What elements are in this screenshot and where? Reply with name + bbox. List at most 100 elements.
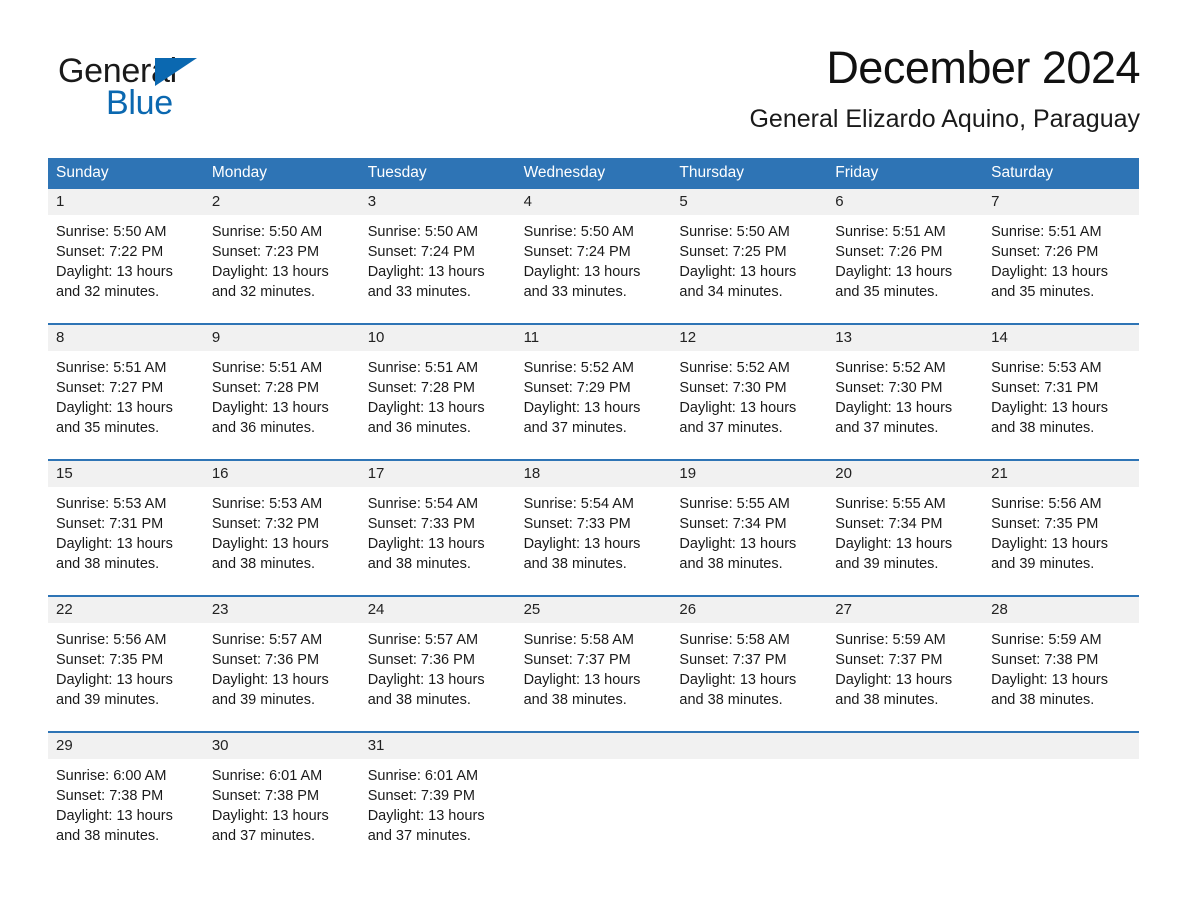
day-cell[interactable]: 4 Sunrise: 5:50 AM Sunset: 7:24 PM Daylight… xyxy=(515,189,672,323)
day-cell[interactable]: 23 Sunrise: 5:57 AM Sunset: 7:36 PM Dayligh… xyxy=(203,597,360,731)
day-number: 6 xyxy=(827,189,984,215)
day-cell[interactable]: 19 Sunrise: 5:55 AM Sunset: 7:34 PM Dayligh… xyxy=(671,461,828,595)
day-cell[interactable]: 27 Sunrise: 5:59 AM Sunset: 7:37 PM Dayligh… xyxy=(827,597,984,731)
day-details: Sunrise: 5:51 AM Sunset: 7:27 PM Daylight:… xyxy=(48,351,204,438)
daylight-text-line2: and 37 minutes. xyxy=(211,828,316,844)
day-cell[interactable]: 20 Sunrise: 5:55 AM Sunset: 7:34 PM Dayligh… xyxy=(827,461,984,595)
sunrise-text: Sunrise: 5:51 AM xyxy=(56,360,167,376)
sunset-text: Sunset: 7:37 PM xyxy=(523,652,631,668)
daylight-text-line2: and 34 minutes. xyxy=(679,284,783,300)
day-cell[interactable]: 8 Sunrise: 5:51 AM Sunset: 7:27 PM Daylight… xyxy=(48,325,204,459)
sunrise-text: Sunrise: 5:50 AM xyxy=(56,224,167,240)
day-cell[interactable]: 21 Sunrise: 5:56 AM Sunset: 7:35 PM Dayligh… xyxy=(983,461,1139,595)
daylight-text-line2: and 38 minutes. xyxy=(679,692,783,708)
day-number: 18 xyxy=(515,461,672,487)
day-cell[interactable]: 29 Sunrise: 6:00 AM Sunset: 7:38 PM Dayligh… xyxy=(48,733,204,867)
day-details: Sunrise: 5:50 AM Sunset: 7:24 PM Daylight:… xyxy=(360,215,516,302)
day-cell[interactable]: 14 Sunrise: 5:53 AM Sunset: 7:31 PM Dayligh… xyxy=(983,325,1139,459)
day-cell[interactable]: 1 Sunrise: 5:50 AM Sunset: 7:22 PM Daylight… xyxy=(48,189,204,323)
day-cell[interactable]: 31 Sunrise: 6:01 AM Sunset: 7:39 PM Dayligh… xyxy=(359,733,516,867)
day-cell[interactable]: 18 Sunrise: 5:54 AM Sunset: 7:33 PM Dayligh… xyxy=(515,461,672,595)
sunset-text: Sunset: 7:33 PM xyxy=(367,516,475,532)
daylight-text-line1: Daylight: 13 hours xyxy=(367,672,485,688)
day-number: 30 xyxy=(203,733,360,759)
calendar-week-row: 15 Sunrise: 5:53 AM Sunset: 7:31 PM Dayligh… xyxy=(48,459,1139,595)
weekday-tuesday: Tuesday xyxy=(367,164,427,181)
sunrise-text: Sunrise: 5:56 AM xyxy=(56,632,167,648)
weekday-saturday: Saturday xyxy=(991,164,1054,181)
daylight-text-line2: and 39 minutes. xyxy=(991,556,1095,572)
day-details: Sunrise: 5:51 AM Sunset: 7:26 PM Daylight:… xyxy=(983,215,1139,302)
day-cell[interactable]: 22 Sunrise: 5:56 AM Sunset: 7:35 PM Dayligh… xyxy=(48,597,204,731)
sunset-text: Sunset: 7:34 PM xyxy=(835,516,943,532)
sunrise-text: Sunrise: 5:57 AM xyxy=(211,632,323,648)
sunset-text: Sunset: 7:26 PM xyxy=(991,244,1099,260)
day-number: 11 xyxy=(515,325,672,351)
day-cell[interactable]: 2 Sunrise: 5:50 AM Sunset: 7:23 PM Daylight… xyxy=(203,189,360,323)
day-cell[interactable]: 26 Sunrise: 5:58 AM Sunset: 7:37 PM Dayligh… xyxy=(671,597,828,731)
day-cell[interactable]: 7 Sunrise: 5:51 AM Sunset: 7:26 PM Daylight… xyxy=(983,189,1139,323)
day-cell[interactable]: 16 Sunrise: 5:53 AM Sunset: 7:32 PM Dayligh… xyxy=(203,461,360,595)
daylight-text-line1: Daylight: 13 hours xyxy=(56,536,173,552)
sunset-text: Sunset: 7:34 PM xyxy=(679,516,787,532)
daylight-text-line1: Daylight: 13 hours xyxy=(991,264,1109,280)
sunset-text: Sunset: 7:28 PM xyxy=(211,380,320,396)
day-number: 20 xyxy=(827,461,984,487)
day-cell[interactable]: 10 Sunrise: 5:51 AM Sunset: 7:28 PM Dayligh… xyxy=(359,325,516,459)
day-cell[interactable]: 28 Sunrise: 5:59 AM Sunset: 7:38 PM Dayligh… xyxy=(983,597,1139,731)
sunrise-text: Sunrise: 5:58 AM xyxy=(679,632,790,648)
day-number: 23 xyxy=(203,597,360,623)
sunrise-text: Sunrise: 5:53 AM xyxy=(991,360,1102,376)
day-number: 1 xyxy=(48,189,204,215)
daylight-text-line2: and 37 minutes. xyxy=(367,828,471,844)
daylight-text-line2: and 39 minutes. xyxy=(56,692,160,708)
logo-text-blue: Blue xyxy=(106,84,173,122)
daylight-text-line1: Daylight: 13 hours xyxy=(991,400,1109,416)
day-cell[interactable]: 5 Sunrise: 5:50 AM Sunset: 7:25 PM Daylight… xyxy=(671,189,828,323)
sunset-text: Sunset: 7:22 PM xyxy=(56,244,164,260)
day-number: 21 xyxy=(983,461,1139,487)
weekday-friday: Friday xyxy=(835,164,879,181)
day-cell[interactable]: 25 Sunrise: 5:58 AM Sunset: 7:37 PM Dayligh… xyxy=(515,597,672,731)
day-details: Sunrise: 5:50 AM Sunset: 7:22 PM Daylight:… xyxy=(48,215,204,302)
daylight-text-line1: Daylight: 13 hours xyxy=(835,400,953,416)
day-cell[interactable]: 3 Sunrise: 5:50 AM Sunset: 7:24 PM Daylight… xyxy=(359,189,516,323)
day-details: Sunrise: 5:52 AM Sunset: 7:30 PM Daylight:… xyxy=(671,351,827,438)
sunrise-text: Sunrise: 5:59 AM xyxy=(835,632,946,648)
sunset-text: Sunset: 7:31 PM xyxy=(56,516,164,532)
daylight-text-line1: Daylight: 13 hours xyxy=(679,672,797,688)
sunset-text: Sunset: 7:30 PM xyxy=(679,380,787,396)
day-cell[interactable]: 9 Sunrise: 5:51 AM Sunset: 7:28 PM Daylight… xyxy=(203,325,360,459)
sunset-text: Sunset: 7:35 PM xyxy=(991,516,1099,532)
day-cell[interactable]: 13 Sunrise: 5:52 AM Sunset: 7:30 PM Dayligh… xyxy=(827,325,984,459)
daylight-text-line2: and 38 minutes. xyxy=(367,556,471,572)
sunset-text: Sunset: 7:38 PM xyxy=(991,652,1099,668)
day-number: 26 xyxy=(671,597,828,623)
day-details: Sunrise: 5:50 AM Sunset: 7:23 PM Daylight:… xyxy=(204,215,360,302)
day-details: Sunrise: 5:51 AM Sunset: 7:28 PM Daylight:… xyxy=(360,351,516,438)
daylight-text-line1: Daylight: 13 hours xyxy=(56,264,173,280)
day-cell[interactable]: 15 Sunrise: 5:53 AM Sunset: 7:31 PM Dayligh… xyxy=(48,461,204,595)
sunset-text: Sunset: 7:38 PM xyxy=(56,788,164,804)
sunrise-text: Sunrise: 5:58 AM xyxy=(523,632,634,648)
daylight-text-line1: Daylight: 13 hours xyxy=(523,536,641,552)
day-details xyxy=(983,759,1139,766)
day-cell[interactable]: 24 Sunrise: 5:57 AM Sunset: 7:36 PM Dayligh… xyxy=(359,597,516,731)
daylight-text-line1: Daylight: 13 hours xyxy=(56,400,173,416)
day-details: Sunrise: 5:50 AM Sunset: 7:24 PM Daylight:… xyxy=(516,215,672,302)
day-cell[interactable]: 11 Sunrise: 5:52 AM Sunset: 7:29 PM Dayligh… xyxy=(515,325,672,459)
day-number: 4 xyxy=(515,189,672,215)
day-details: Sunrise: 5:59 AM Sunset: 7:38 PM Daylight:… xyxy=(983,623,1139,710)
daylight-text-line2: and 38 minutes. xyxy=(523,692,627,708)
day-cell[interactable]: 30 Sunrise: 6:01 AM Sunset: 7:38 PM Dayligh… xyxy=(203,733,360,867)
day-cell[interactable]: 12 Sunrise: 5:52 AM Sunset: 7:30 PM Dayligh… xyxy=(671,325,828,459)
sunrise-text: Sunrise: 6:00 AM xyxy=(56,768,167,784)
day-cell[interactable]: 17 Sunrise: 5:54 AM Sunset: 7:33 PM Dayligh… xyxy=(359,461,516,595)
title-block: December 2024 General Elizardo Aquino, P… xyxy=(749,40,1140,134)
day-details xyxy=(516,759,672,766)
day-cell[interactable]: 6 Sunrise: 5:51 AM Sunset: 7:26 PM Daylight… xyxy=(827,189,984,323)
day-number: 17 xyxy=(359,461,516,487)
day-details: Sunrise: 5:53 AM Sunset: 7:31 PM Daylight:… xyxy=(48,487,204,574)
calendar-week-row: 22 Sunrise: 5:56 AM Sunset: 7:35 PM Dayligh… xyxy=(48,595,1139,731)
daylight-text-line1: Daylight: 13 hours xyxy=(211,536,329,552)
